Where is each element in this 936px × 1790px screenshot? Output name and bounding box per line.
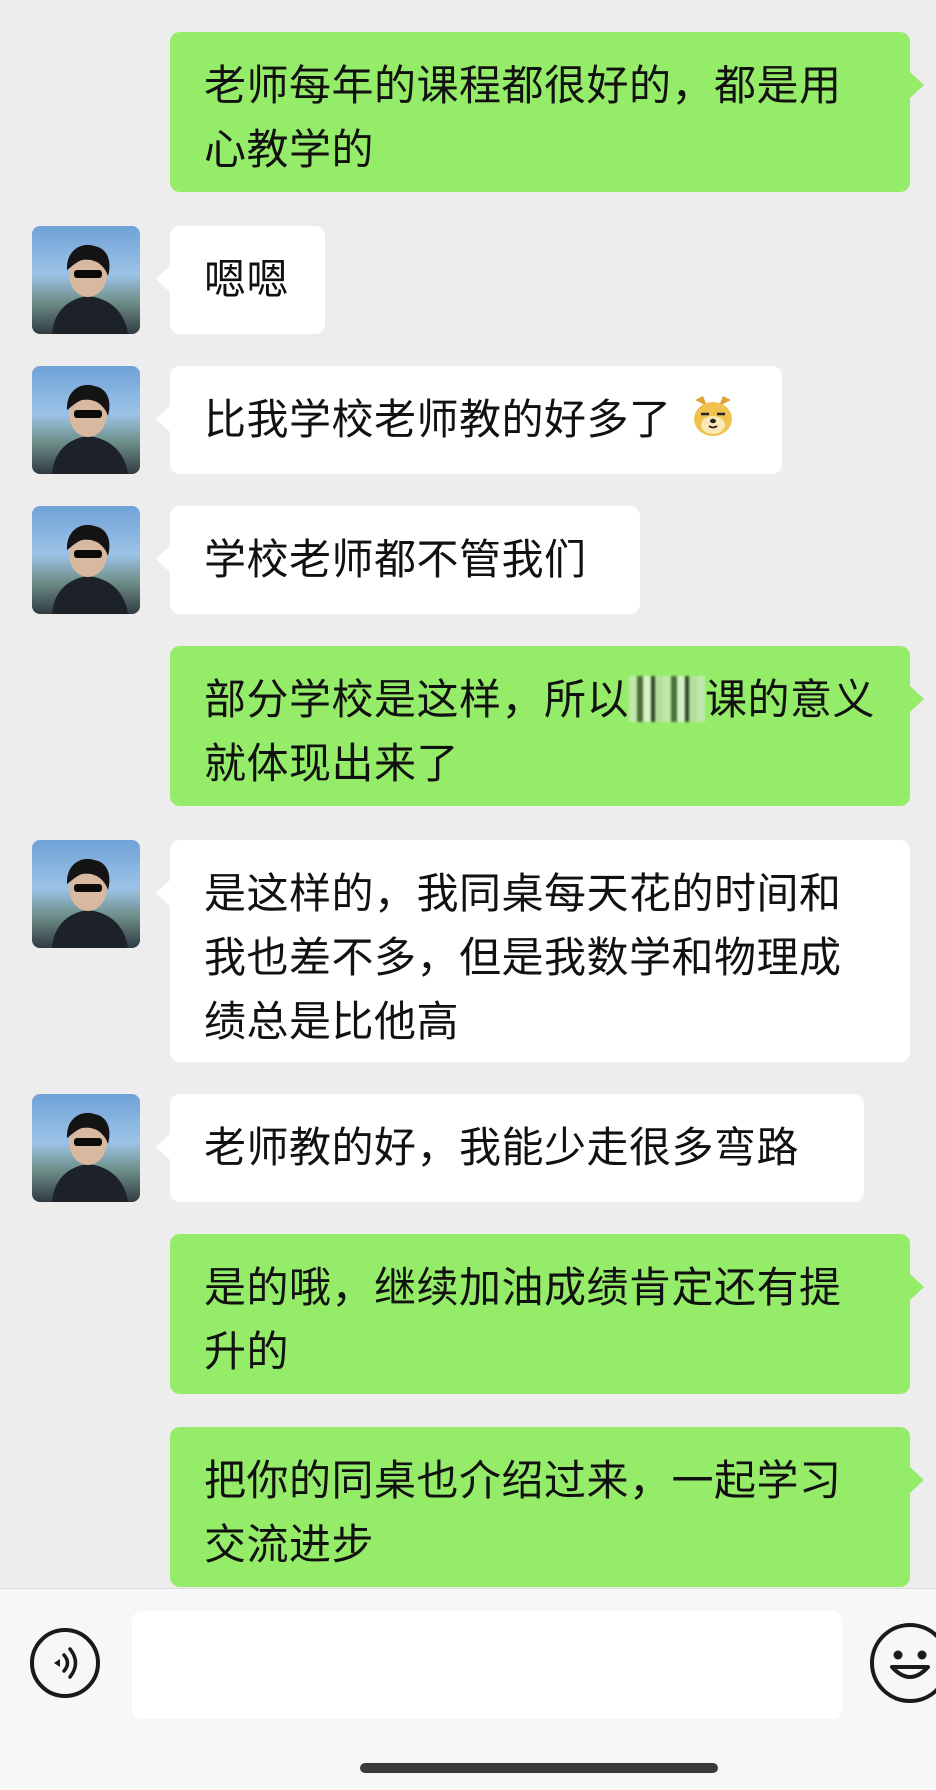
- message-text: 嗯嗯: [204, 255, 290, 304]
- bubble-tail: [910, 72, 924, 98]
- message-bubble[interactable]: 是的哦，继续加油成绩肯定还有提升的: [170, 1234, 910, 1394]
- bubble-tail: [156, 266, 170, 292]
- message-text: 老师每年的课程都很好的，都是用心教学的: [204, 61, 842, 174]
- chat-input-bar: [0, 1588, 936, 1790]
- contact-avatar[interactable]: [32, 506, 140, 614]
- bubble-tail: [156, 880, 170, 906]
- message-bubble[interactable]: 老师教的好，我能少走很多弯路: [170, 1094, 864, 1202]
- message-text: 是的哦，继续加油成绩肯定还有提升的: [204, 1263, 842, 1376]
- message-text: 比我学校老师教的好多了: [204, 395, 672, 444]
- message-bubble[interactable]: 把你的同桌也介绍过来，一起学习交流进步: [170, 1427, 910, 1587]
- doge-emoji-icon: [689, 392, 737, 440]
- message-input[interactable]: [132, 1611, 842, 1719]
- bubble-tail: [910, 1467, 924, 1493]
- message-text: 老师教的好，我能少走很多弯路: [204, 1123, 800, 1172]
- message-text: 把你的同桌也介绍过来，一起学习交流进步: [204, 1456, 842, 1569]
- message-text: 学校老师都不管我们: [204, 535, 587, 584]
- redacted-blur: [629, 676, 706, 722]
- contact-avatar[interactable]: [32, 1094, 140, 1202]
- home-indicator[interactable]: [360, 1763, 718, 1773]
- message-bubble[interactable]: 嗯嗯: [170, 226, 325, 334]
- voice-icon[interactable]: [30, 1628, 100, 1698]
- message-bubble[interactable]: 学校老师都不管我们: [170, 506, 640, 614]
- contact-avatar[interactable]: [32, 226, 140, 334]
- contact-avatar[interactable]: [32, 366, 140, 474]
- chat-message-list[interactable]: 老师每年的课程都很好的，都是用心教学的 嗯嗯 比我学校老师教的好多了 学校老师都…: [0, 0, 936, 1588]
- message-bubble[interactable]: 部分学校是这样，所以 课的意义就体现出来了: [170, 646, 910, 806]
- message-text-before: 部分学校是这样，所以: [204, 675, 630, 724]
- bubble-tail: [156, 406, 170, 432]
- bubble-tail: [910, 1274, 924, 1300]
- bubble-tail: [156, 1134, 170, 1160]
- bubble-tail: [156, 546, 170, 572]
- message-bubble[interactable]: 比我学校老师教的好多了: [170, 366, 782, 474]
- message-bubble[interactable]: 老师每年的课程都很好的，都是用心教学的: [170, 32, 910, 192]
- message-bubble[interactable]: 是这样的，我同桌每天花的时间和我也差不多，但是我数学和物理成绩总是比他高: [170, 840, 910, 1062]
- message-text: 是这样的，我同桌每天花的时间和我也差不多，但是我数学和物理成绩总是比他高: [204, 869, 842, 1046]
- emoji-icon[interactable]: [870, 1623, 936, 1703]
- contact-avatar[interactable]: [32, 840, 140, 948]
- bubble-tail: [910, 686, 924, 712]
